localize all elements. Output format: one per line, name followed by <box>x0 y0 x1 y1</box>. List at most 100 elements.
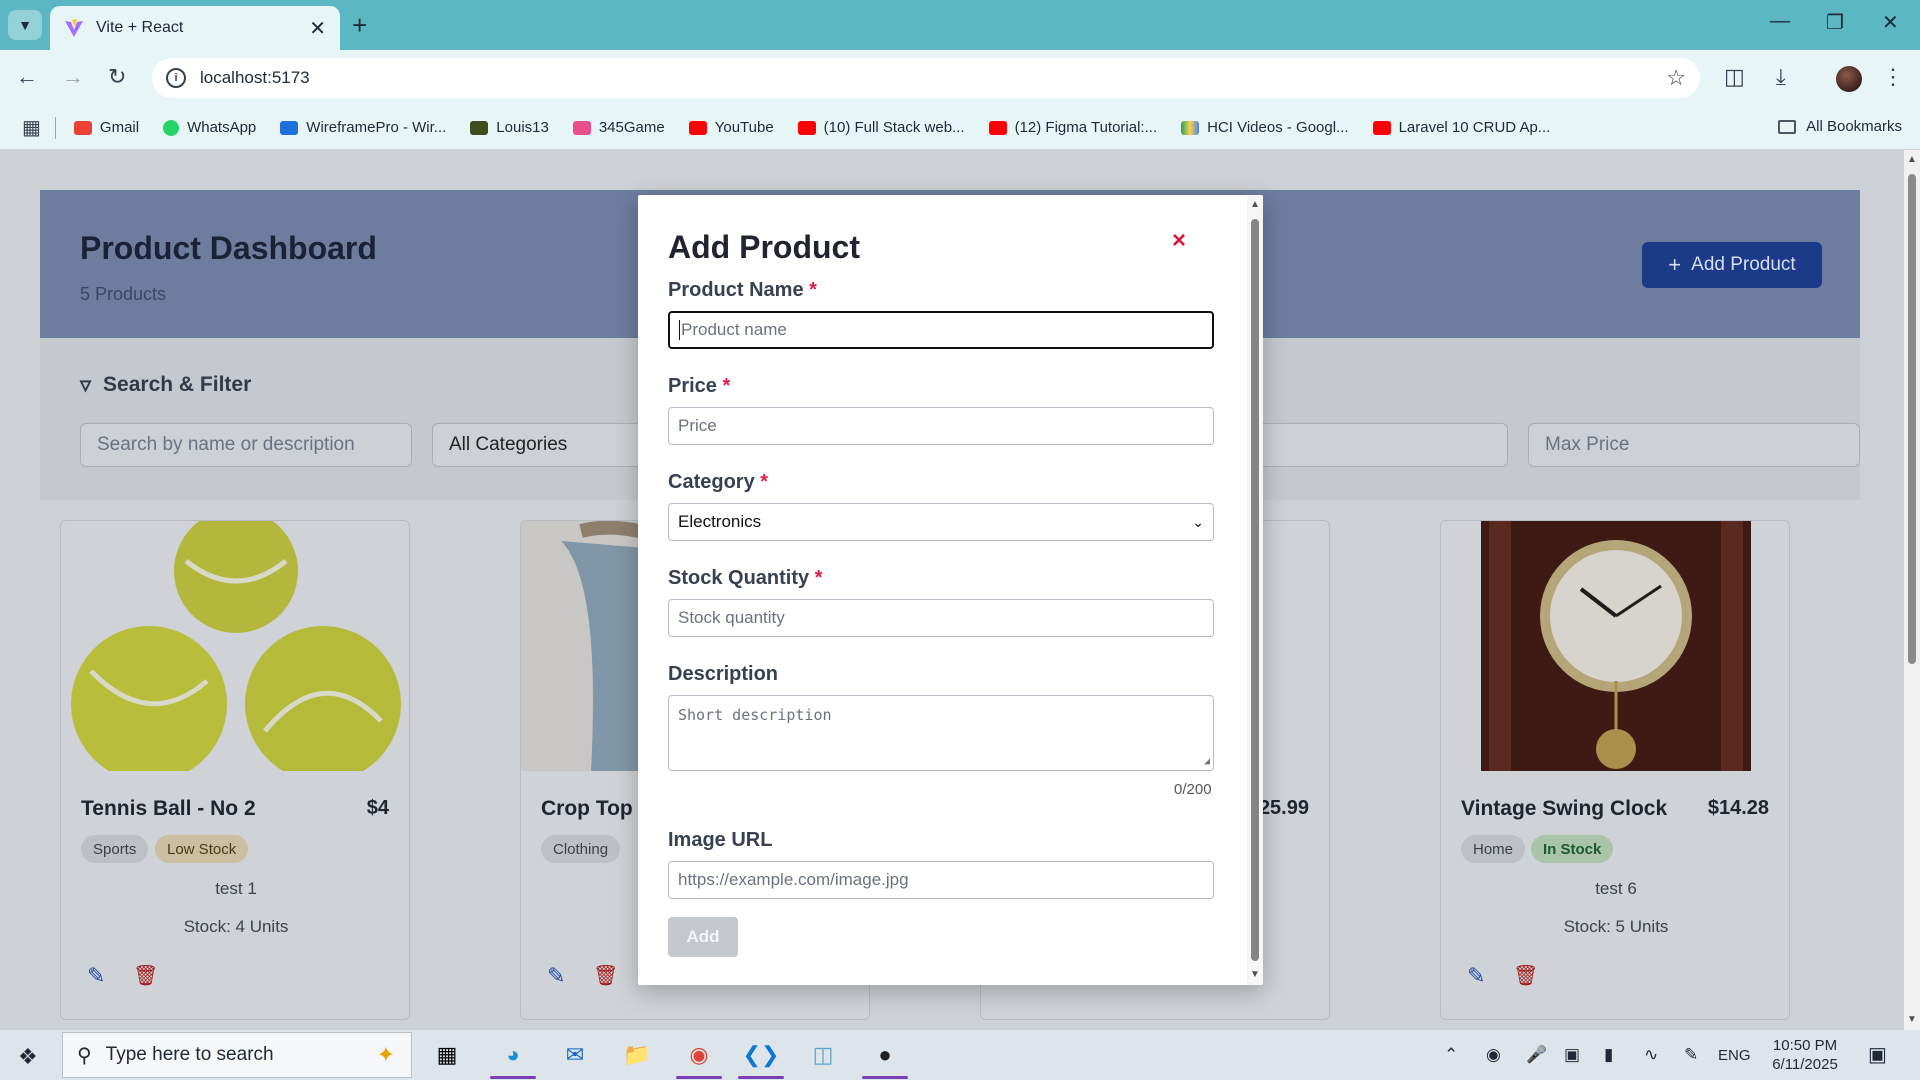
bookmark-label: HCI Videos - Googl... <box>1207 119 1349 136</box>
browser-tab[interactable]: Vite + React ✕ <box>50 6 340 50</box>
edit-icon[interactable]: ✎ <box>547 963 565 989</box>
add-product-button[interactable]: + Add Product <box>1642 242 1822 288</box>
url-text[interactable]: localhost:5173 <box>200 68 1666 88</box>
trash-icon[interactable]: 🗑 <box>1513 963 1538 988</box>
edit-icon[interactable]: ✎ <box>87 963 105 989</box>
close-window-icon[interactable]: ✕ <box>1882 10 1899 35</box>
task-view-icon[interactable]: ▦ <box>430 1040 464 1070</box>
category-badge: Sports <box>81 835 149 863</box>
bookmark-figma-tutorial[interactable]: (12) Figma Tutorial:... <box>988 119 1157 136</box>
youtube-icon <box>688 120 707 135</box>
submit-add-button[interactable]: Add <box>668 917 738 957</box>
add-product-label: Add Product <box>1691 254 1796 275</box>
menu-icon[interactable]: ⋮ <box>1882 64 1904 90</box>
page-scrollbar[interactable]: ▲ ▼ <box>1904 150 1920 1030</box>
chevron-up-icon[interactable]: ⌃ <box>1444 1045 1458 1065</box>
forward-icon[interactable]: → <box>62 64 84 90</box>
product-card: Tennis Ball - No 2 $4 Sports Low Stock t… <box>60 520 410 1020</box>
vscode-icon[interactable]: ❮❯ <box>743 1040 780 1070</box>
modal-scrollbar[interactable]: ▲ ▼ <box>1247 195 1263 985</box>
chrome-icon[interactable]: ◉ <box>682 1040 716 1070</box>
description-label: Description <box>668 663 779 685</box>
apps-grid-icon[interactable]: ▦ <box>22 115 41 140</box>
all-bookmarks[interactable]: All Bookmarks <box>1778 118 1902 135</box>
required-mark: * <box>814 567 823 589</box>
edit-icon[interactable]: ✎ <box>1467 963 1485 989</box>
price-input[interactable]: Price <box>668 407 1214 445</box>
max-price-input[interactable]: Max Price <box>1528 423 1860 467</box>
product-stock: Stock: 5 Units <box>1563 917 1669 936</box>
stock-quantity-input[interactable]: Stock quantity <box>668 599 1214 637</box>
close-tab-icon[interactable]: ✕ <box>309 16 326 41</box>
bookmark-whatsapp[interactable]: WhatsApp <box>163 119 256 136</box>
filter-heading: ▿ Search & Filter <box>80 372 251 398</box>
scroll-down-icon[interactable]: ▼ <box>1907 1014 1917 1025</box>
new-tab-icon[interactable]: + <box>352 10 367 41</box>
bookmark-full-stack[interactable]: (10) Full Stack web... <box>797 119 965 136</box>
resize-handle-icon[interactable]: ◢ <box>1204 756 1210 767</box>
trash-icon[interactable]: 🗑 <box>133 963 158 988</box>
plus-icon: + <box>1668 252 1682 277</box>
back-icon[interactable]: ← <box>16 64 38 90</box>
bookmark-youtube[interactable]: YouTube <box>688 119 774 136</box>
modal-scroll-thumb[interactable] <box>1251 219 1259 961</box>
battery-icon[interactable]: ▮ <box>1604 1045 1613 1065</box>
bookmark-345game[interactable]: 345Game <box>572 119 665 136</box>
scroll-up-icon[interactable]: ▲ <box>1250 199 1260 210</box>
bookmark-gmail[interactable]: Gmail <box>73 119 139 136</box>
obs-icon[interactable]: ● <box>868 1040 902 1070</box>
345game-icon <box>572 120 591 135</box>
bookmark-laravel-crud[interactable]: Laravel 10 CRUD Ap... <box>1372 119 1550 136</box>
page-scroll-thumb[interactable] <box>1908 174 1916 664</box>
scroll-up-icon[interactable]: ▲ <box>1907 154 1917 165</box>
taskbar-search[interactable]: ⚲ Type here to search ✦ <box>62 1032 412 1078</box>
language-indicator[interactable]: ENG <box>1718 1047 1751 1064</box>
whatsapp-icon <box>163 119 180 136</box>
price-label: Price * <box>668 375 730 398</box>
bookmarks-divider <box>54 116 56 139</box>
edge-icon[interactable]: ◕ <box>496 1040 530 1070</box>
louis13-icon <box>470 120 489 135</box>
product-name: Crop Top <box>541 797 633 820</box>
extensions-icon[interactable]: ◫ <box>1724 64 1745 90</box>
youtube-icon <box>1372 120 1391 135</box>
notification-icon[interactable]: ▣ <box>1868 1042 1887 1067</box>
app-icon[interactable]: ◫ <box>806 1040 840 1070</box>
microphone-icon[interactable]: 🎤 <box>1526 1045 1547 1065</box>
address-bar[interactable]: i localhost:5173 ☆ <box>152 58 1700 98</box>
description-textarea[interactable]: Short description ◢ <box>668 695 1214 771</box>
filter-title: Search & Filter <box>103 373 252 396</box>
bookmark-louis13[interactable]: Louis13 <box>470 119 549 136</box>
bookmark-hci-videos[interactable]: HCI Videos - Googl... <box>1181 119 1349 136</box>
wifi-icon[interactable]: ∿ <box>1644 1045 1658 1065</box>
trash-icon[interactable]: 🗑 <box>593 963 618 988</box>
restore-icon[interactable]: ❐ <box>1826 10 1844 35</box>
pen-icon[interactable]: ✎ <box>1684 1045 1698 1065</box>
product-name-input[interactable]: Product name <box>668 311 1214 349</box>
file-explorer-icon[interactable]: 📁 <box>620 1040 654 1070</box>
close-icon[interactable]: × <box>1172 227 1186 255</box>
search-input[interactable]: Search by name or description <box>80 423 412 467</box>
tab-search-button[interactable]: ▼ <box>8 10 42 40</box>
tab-strip: ▼ Vite + React ✕ + — ❐ ✕ <box>0 0 1920 50</box>
outlook-icon[interactable]: ✉ <box>558 1040 592 1070</box>
category-select[interactable]: Electronics ⌄ <box>668 503 1214 541</box>
required-mark: * <box>722 375 731 397</box>
windows-start-icon[interactable]: ❖ <box>18 1044 38 1070</box>
system-clock[interactable]: 10:50 PM 6/11/2025 <box>1750 1036 1860 1074</box>
reload-icon[interactable]: ↻ <box>108 64 126 90</box>
scroll-down-icon[interactable]: ▼ <box>1250 969 1260 980</box>
star-icon[interactable]: ☆ <box>1666 65 1686 91</box>
label-text: Product Name <box>668 279 804 301</box>
site-info-icon[interactable]: i <box>166 68 186 88</box>
windows-taskbar: ❖ ⚲ Type here to search ✦ ▦ ◕ ✉ 📁 ◉ ❮❯ ◫… <box>0 1030 1920 1080</box>
minimize-icon[interactable]: — <box>1770 10 1790 33</box>
download-icon[interactable]: ⤓ <box>1776 64 1786 90</box>
bookmark-label: (10) Full Stack web... <box>823 119 965 136</box>
profile-avatar[interactable] <box>1836 66 1862 92</box>
meet-icon[interactable]: ◉ <box>1486 1045 1501 1065</box>
bookmark-wireframepro[interactable]: WireframePro - Wir... <box>280 119 446 136</box>
product-description: test 6 <box>1595 879 1637 898</box>
display-icon[interactable]: ▣ <box>1564 1045 1580 1065</box>
image-url-input[interactable]: https://example.com/image.jpg <box>668 861 1214 899</box>
